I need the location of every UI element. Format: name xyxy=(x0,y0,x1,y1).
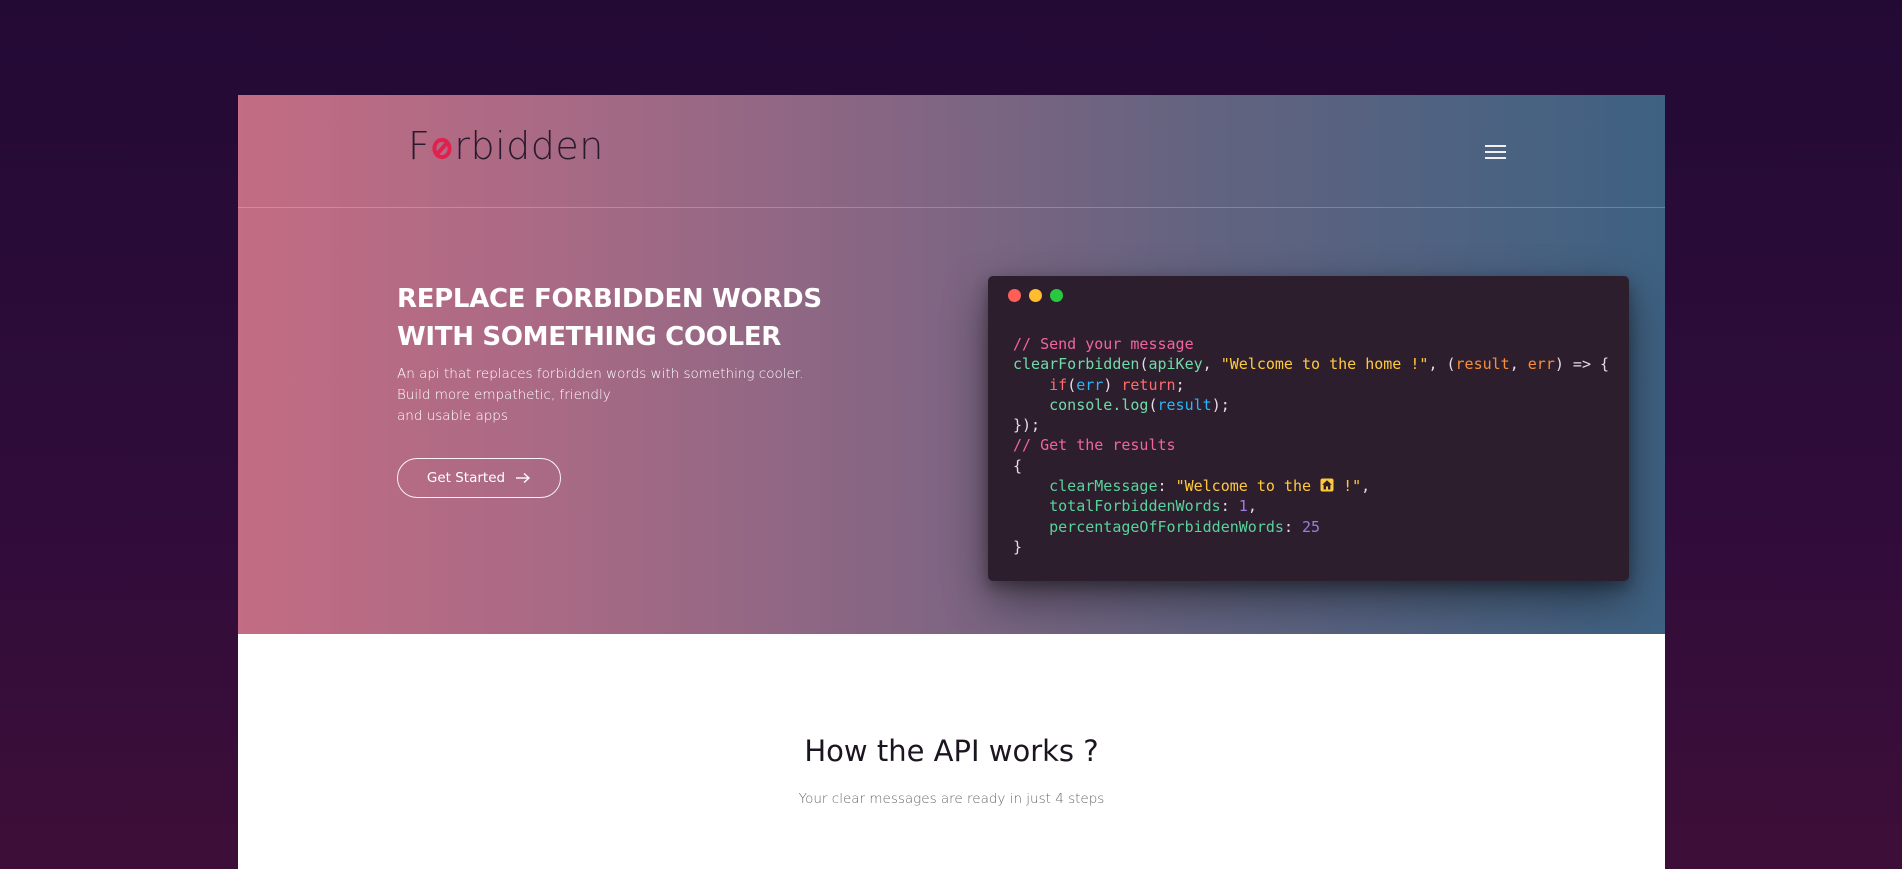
window-controls xyxy=(1008,289,1063,302)
how-it-works-subtitle: Your clear messages are ready in just 4 … xyxy=(798,791,1105,807)
code-close-brace: } xyxy=(1013,537,1023,556)
forbidden-sign-icon xyxy=(432,137,452,160)
code-comment-results: // Get the results xyxy=(1013,436,1176,455)
code-window: // Send your message clearForbidden(apiKe… xyxy=(988,276,1629,581)
house-emoji-icon xyxy=(1320,478,1334,492)
code-line-1: // Send your message xyxy=(1013,334,1609,354)
hero-section: F rbidden REPLACE FORBIDDEN WORDS WITH S… xyxy=(238,95,1665,634)
hero-title-line2: WITH SOMETHING COOLER xyxy=(397,322,782,352)
maximize-dot-icon xyxy=(1050,289,1063,302)
hero-desc-line3: and usable apps xyxy=(397,408,508,424)
code-line-7: { xyxy=(1013,456,1609,476)
code-line-2: clearForbidden(apiKey, "Welcome to the h… xyxy=(1013,355,1610,374)
brand-logo[interactable]: F rbidden xyxy=(408,121,604,171)
code-close-call: }); xyxy=(1013,416,1041,435)
code-kw-if: if xyxy=(1049,375,1068,394)
hero-title: REPLACE FORBIDDEN WORDS WITH SOMETHING C… xyxy=(397,280,857,356)
code-line-8: clearMessage: "Welcome to the !", xyxy=(1049,477,1371,496)
get-started-button[interactable]: Get Started xyxy=(397,458,561,498)
how-it-works-title: How the API works ? xyxy=(804,734,1099,768)
logo-suffix: rbidden xyxy=(454,124,604,168)
code-line-5: }); xyxy=(1013,415,1609,435)
code-line-10: percentageOfForbiddenWords: 25 xyxy=(1049,517,1321,536)
hero-desc-line1: An api that replaces forbidden words wit… xyxy=(397,366,804,382)
code-line-11: } xyxy=(1013,537,1609,557)
code-arg-err: err xyxy=(1527,355,1555,374)
code-open-brace: { xyxy=(1013,456,1023,475)
get-started-label: Get Started xyxy=(426,470,506,486)
how-it-works-section: How the API works ? Your clear messages … xyxy=(238,634,1665,869)
code-line-4: console.log(result); xyxy=(1049,395,1230,414)
code-line-9: totalForbiddenWords: 1, xyxy=(1049,497,1257,516)
hero-description: An api that replaces forbidden words wit… xyxy=(397,364,867,427)
code-var-result: result xyxy=(1157,395,1212,414)
code-string-clear-before: "Welcome to the xyxy=(1175,477,1321,496)
close-dot-icon xyxy=(1008,289,1021,302)
code-line-6: // Get the results xyxy=(1013,435,1609,455)
code-string-clear-after: !" xyxy=(1334,477,1362,496)
arrow-right-icon xyxy=(516,472,531,484)
code-snippet: // Send your message clearForbidden(apiKe… xyxy=(1013,334,1609,557)
code-key-clear-message: clearMessage xyxy=(1049,477,1158,496)
code-num-percentage: 25 xyxy=(1302,517,1321,536)
hero-text-block: REPLACE FORBIDDEN WORDS WITH SOMETHING C… xyxy=(397,280,867,427)
code-key-percentage: percentageOfForbiddenWords xyxy=(1049,517,1284,536)
hero-title-line1: REPLACE FORBIDDEN WORDS xyxy=(397,284,822,314)
navbar: F rbidden xyxy=(238,95,1665,208)
logo-prefix: F xyxy=(408,124,431,168)
code-console-log: console.log xyxy=(1049,395,1149,414)
page-container: F rbidden REPLACE FORBIDDEN WORDS WITH S… xyxy=(238,95,1665,869)
code-key-total: totalForbiddenWords xyxy=(1049,497,1221,516)
code-string-message: "Welcome to the home !" xyxy=(1220,355,1429,374)
code-arg-result: result xyxy=(1455,355,1510,374)
code-kw-return: return xyxy=(1121,375,1176,394)
code-param-apikey: apiKey xyxy=(1148,355,1203,374)
hero-desc-line2: Build more empathetic, friendly xyxy=(397,387,611,403)
code-comment-send: // Send your message xyxy=(1013,335,1194,353)
hamburger-menu-icon[interactable] xyxy=(1484,142,1508,162)
code-var-err: err xyxy=(1076,375,1104,394)
code-num-total: 1 xyxy=(1238,497,1248,516)
code-line-3: if(err) return; xyxy=(1049,375,1185,394)
code-fn-name: clearForbidden xyxy=(1013,355,1140,374)
minimize-dot-icon xyxy=(1029,289,1042,302)
